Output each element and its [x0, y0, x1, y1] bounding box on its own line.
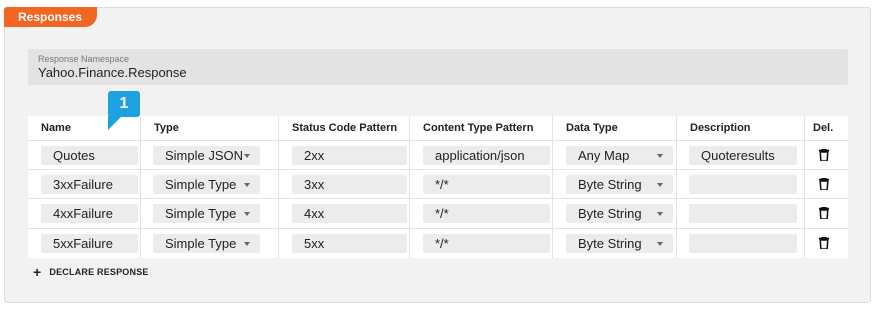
chevron-down-icon — [657, 183, 663, 187]
plus-icon: + — [33, 264, 42, 280]
type-select-value: Simple Type — [165, 236, 237, 251]
type-select[interactable]: Simple Type — [153, 175, 260, 194]
header-status-code-pattern: Status Code Pattern — [292, 122, 398, 134]
trash-icon[interactable] — [819, 149, 829, 161]
description-input[interactable] — [689, 234, 797, 253]
data-type-select-value: Byte String — [578, 206, 642, 221]
declare-response-label: DECLARE RESPONSE — [49, 267, 149, 277]
step-badge: 1 — [108, 91, 140, 117]
trash-icon[interactable] — [819, 178, 829, 190]
namespace-label: Response Namespace — [38, 54, 130, 64]
row-divider — [28, 140, 848, 141]
status-code-input[interactable]: 2xx — [292, 146, 407, 165]
header-description: Description — [690, 122, 751, 134]
section-title: Responses — [4, 7, 97, 27]
content-type-input[interactable]: */* — [423, 204, 550, 223]
data-type-select[interactable]: Byte String — [566, 175, 673, 194]
namespace-value[interactable]: Yahoo.Finance.Response — [38, 65, 838, 81]
content-type-input[interactable]: */* — [423, 175, 550, 194]
chevron-down-icon — [244, 183, 250, 187]
data-type-select-value: Byte String — [578, 177, 642, 192]
type-select-value: Simple JSON — [165, 148, 244, 163]
response-name-input[interactable]: 3xxFailure — [41, 175, 138, 194]
trash-icon[interactable] — [819, 207, 829, 219]
response-namespace-field[interactable]: Response Namespace Yahoo.Finance.Respons… — [28, 49, 848, 85]
chevron-down-icon — [244, 242, 250, 246]
row-divider — [28, 169, 848, 170]
data-type-select-value: Byte String — [578, 236, 642, 251]
trash-icon[interactable] — [819, 237, 829, 249]
chevron-down-icon — [244, 154, 250, 158]
status-code-input[interactable]: 5xx — [292, 234, 407, 253]
data-type-select-value: Any Map — [578, 148, 630, 163]
chevron-down-icon — [657, 154, 663, 158]
description-input[interactable] — [689, 204, 797, 223]
description-input[interactable]: Quoteresults — [689, 146, 797, 165]
header-delete: Del. — [813, 122, 834, 134]
row-divider — [28, 198, 848, 199]
response-name-input[interactable]: 4xxFailure — [41, 204, 138, 223]
type-select[interactable]: Simple Type — [153, 204, 260, 223]
header-type: Type — [154, 122, 179, 134]
data-type-select[interactable]: Byte String — [566, 204, 673, 223]
declare-response-button[interactable]: + DECLARE RESPONSE — [33, 264, 149, 280]
type-select-value: Simple Type — [165, 177, 237, 192]
response-name-input[interactable]: Quotes — [41, 146, 138, 165]
row-divider — [28, 228, 848, 229]
header-data-type: Data Type — [566, 122, 618, 134]
type-select-value: Simple Type — [165, 206, 237, 221]
data-type-select[interactable]: Any Map — [566, 146, 673, 165]
status-code-input[interactable]: 4xx — [292, 204, 407, 223]
header-content-type-pattern: Content Type Pattern — [423, 122, 534, 134]
data-type-select[interactable]: Byte String — [566, 234, 673, 253]
content-type-input[interactable]: application/json — [423, 146, 550, 165]
responses-table: Name Type Status Code Pattern Content Ty… — [28, 116, 848, 258]
chevron-down-icon — [244, 212, 250, 216]
header-name: Name — [41, 122, 71, 134]
type-select[interactable]: Simple JSON — [153, 146, 260, 165]
chevron-down-icon — [657, 242, 663, 246]
step-badge-pointer — [108, 116, 122, 130]
description-input[interactable] — [689, 175, 797, 194]
status-code-input[interactable]: 3xx — [292, 175, 407, 194]
chevron-down-icon — [657, 212, 663, 216]
response-name-input[interactable]: 5xxFailure — [41, 234, 138, 253]
type-select[interactable]: Simple Type — [153, 234, 260, 253]
content-type-input[interactable]: */* — [423, 234, 550, 253]
